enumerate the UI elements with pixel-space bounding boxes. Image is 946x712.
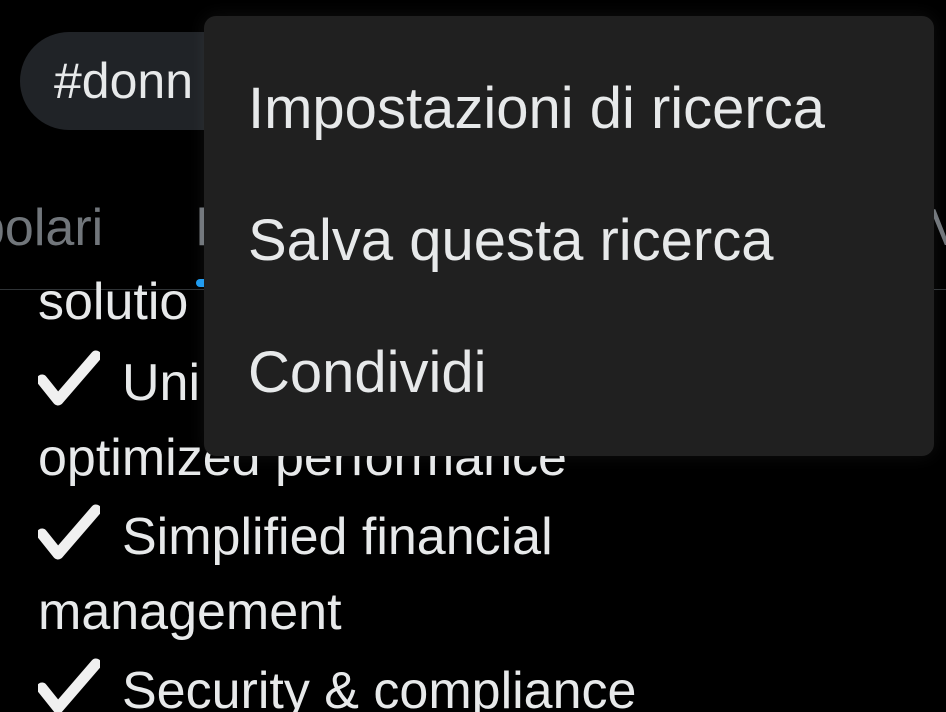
tweet-line: management — [38, 583, 342, 641]
search-query[interactable]: #donn — [54, 52, 193, 110]
menu-item-search-settings[interactable]: Impostazioni di ricerca — [204, 42, 934, 174]
tweet-line: Uni — [38, 350, 200, 413]
menu-item-share[interactable]: Condividi — [204, 306, 934, 438]
menu-item-save-search[interactable]: Salva questa ricerca — [204, 174, 934, 306]
heavy-check-mark-icon — [38, 350, 100, 406]
overflow-menu: Impostazioni di ricerca Salva questa ric… — [204, 16, 934, 456]
menu-item-label: Condividi — [248, 339, 487, 405]
menu-item-label: Impostazioni di ricerca — [248, 75, 825, 141]
tweet-line: Simplified financial — [38, 504, 553, 567]
menu-item-label: Salva questa ricerca — [248, 207, 774, 273]
heavy-check-mark-icon — [38, 658, 100, 712]
heavy-check-mark-icon — [38, 504, 100, 560]
screen: #donn polari l V solutio Uni optimized p… — [0, 0, 946, 712]
tweet-line: Security & compliance — [38, 658, 636, 712]
tab-popolari[interactable]: polari — [0, 198, 103, 258]
tweet-line: solutio — [38, 273, 189, 331]
